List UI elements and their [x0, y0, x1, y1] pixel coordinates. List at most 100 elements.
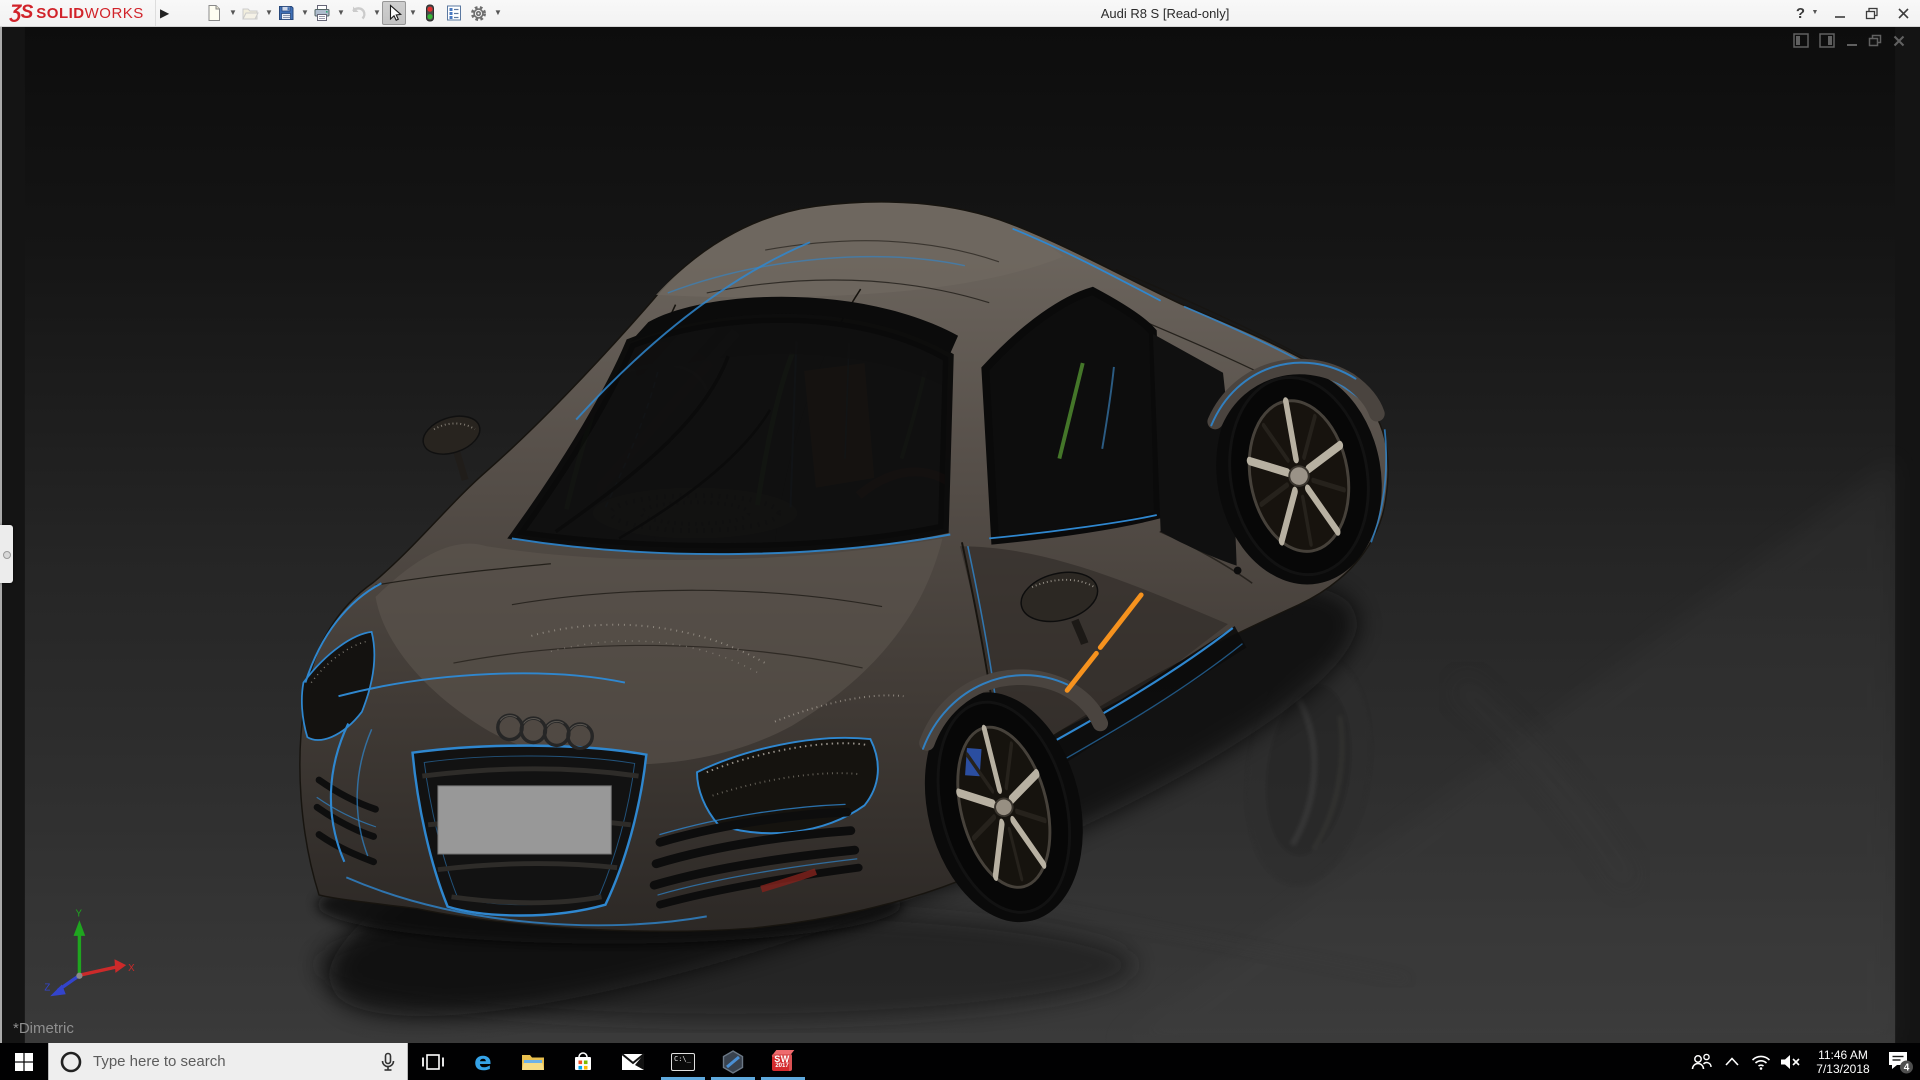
task-view-icon: [422, 1052, 444, 1072]
solidworks-logo-bold: SOLID: [36, 5, 84, 22]
help-button[interactable]: ? ▼: [1796, 5, 1820, 22]
taskbar-store-button[interactable]: [558, 1043, 608, 1080]
new-dropdown-arrow[interactable]: ▼: [228, 8, 238, 18]
triad-y-label: Y: [76, 908, 83, 919]
select-cursor-icon: [385, 4, 403, 22]
taskbar-composer-button[interactable]: [708, 1043, 758, 1080]
rebuild-button[interactable]: [418, 1, 442, 25]
triad-z-label: Z: [44, 982, 50, 993]
restore-icon[interactable]: [1865, 7, 1879, 20]
clock-date: 7/13/2018: [1816, 1062, 1869, 1076]
open-button[interactable]: [238, 1, 262, 25]
options-gear-icon: [469, 4, 488, 23]
people-icon: [1690, 1053, 1712, 1071]
clock-time: 11:46 AM: [1818, 1048, 1868, 1062]
save-floppy-icon: [277, 4, 295, 22]
save-button[interactable]: [274, 1, 298, 25]
taskbar-command-prompt-button[interactable]: C:\_: [658, 1043, 708, 1080]
door-handle: [1234, 567, 1242, 575]
taskbar-mail-button[interactable]: [608, 1043, 658, 1080]
network-button[interactable]: [1746, 1043, 1776, 1080]
document-window-controls: [1793, 33, 1906, 49]
select-button[interactable]: [382, 1, 406, 25]
undo-button[interactable]: [346, 1, 370, 25]
select-dropdown-arrow[interactable]: ▼: [408, 8, 418, 18]
flyout-arrow-icon[interactable]: ▶: [160, 4, 174, 22]
action-center-button[interactable]: 4: [1880, 1043, 1920, 1080]
titlebar-controls: ? ▼: [1796, 0, 1910, 26]
notification-badge: 4: [1904, 1062, 1910, 1073]
volume-muted-icon: [1780, 1054, 1802, 1070]
save-dropdown-arrow[interactable]: ▼: [300, 8, 310, 18]
graphics-area[interactable]: Y X Z *Dimetric: [0, 27, 1920, 1043]
print-dropdown-arrow[interactable]: ▼: [336, 8, 346, 18]
new-document-icon: [205, 4, 223, 22]
minimize-icon[interactable]: [1834, 7, 1847, 20]
open-dropdown-arrow[interactable]: ▼: [264, 8, 274, 18]
command-prompt-text: C:\_: [674, 1055, 691, 1063]
taskbar-file-explorer-button[interactable]: [508, 1043, 558, 1080]
desktop: { "titlebar": { "logo": { "mark": "ƷS", …: [0, 0, 1920, 1080]
composer-hexagon-icon: [720, 1049, 746, 1075]
doc-close-icon[interactable]: [1892, 34, 1906, 48]
panel-tab-handle-icon: [3, 551, 11, 559]
windows-taskbar: Type here to search e: [0, 1043, 1920, 1080]
print-button[interactable]: [310, 1, 334, 25]
start-button[interactable]: [0, 1043, 48, 1080]
feature-pane-icon[interactable]: [1819, 33, 1836, 49]
new-document-button[interactable]: [202, 1, 226, 25]
taskbar-spacer: [808, 1043, 1684, 1080]
solidworks-logo: ƷS SOLID WORKS: [10, 2, 144, 24]
cortana-icon: [59, 1050, 83, 1074]
print-icon: [313, 4, 331, 22]
rebuild-traffic-light-icon: [421, 4, 439, 22]
titlebar: ƷS SOLID WORKS ▶ ▼ ▼: [0, 0, 1920, 27]
windows-logo-icon: [14, 1052, 34, 1072]
file-properties-button[interactable]: [442, 1, 466, 25]
file-properties-icon: [445, 4, 463, 22]
taskbar-edge-button[interactable]: e: [458, 1043, 508, 1080]
solidworks-logo-light: WORKS: [85, 5, 144, 22]
sw-year: 2017: [772, 1063, 792, 1069]
taskbar-solidworks-button[interactable]: SW 2017: [758, 1043, 808, 1080]
command-prompt-icon: C:\_: [671, 1053, 695, 1071]
people-button[interactable]: [1684, 1043, 1718, 1080]
collapsed-feature-panel-tab[interactable]: [0, 525, 13, 583]
wifi-icon: [1751, 1054, 1771, 1070]
solidworks-2017-icon: SW 2017: [771, 1050, 795, 1074]
doc-restore-icon[interactable]: [1868, 34, 1883, 48]
edge-icon: e: [474, 1049, 492, 1075]
front-grille[interactable]: [413, 746, 647, 916]
tray-overflow-button[interactable]: [1718, 1043, 1746, 1080]
model-scene[interactable]: Y X Z: [0, 27, 1920, 1043]
license-plate: [438, 786, 611, 854]
action-center-icon: 4: [1886, 1049, 1914, 1075]
open-folder-icon: [241, 4, 259, 22]
window-controls: [1834, 7, 1910, 20]
help-label: ?: [1796, 5, 1805, 22]
undo-icon: [349, 4, 367, 22]
view-orientation-label: *Dimetric: [13, 1020, 74, 1037]
chevron-up-icon: [1725, 1057, 1739, 1066]
help-dropdown-arrow[interactable]: ▼: [1810, 8, 1820, 18]
display-pane-icon[interactable]: [1793, 33, 1810, 49]
taskbar-clock[interactable]: 11:46 AM 7/13/2018: [1806, 1043, 1880, 1080]
doc-minimize-icon[interactable]: [1845, 34, 1859, 48]
window-title: Audi R8 S [Read-only]: [1101, 6, 1230, 21]
search-placeholder: Type here to search: [93, 1053, 369, 1070]
store-icon: [572, 1051, 594, 1073]
undo-dropdown-arrow[interactable]: ▼: [372, 8, 382, 18]
solidworks-logo-mark: ƷS: [10, 2, 32, 24]
taskbar-search-box[interactable]: Type here to search: [48, 1043, 408, 1080]
titlebar-separator: [155, 0, 156, 26]
close-icon[interactable]: [1897, 7, 1910, 20]
triad-x-label: X: [128, 963, 135, 974]
quick-access-toolbar: ▼ ▼ ▼: [202, 1, 503, 25]
volume-button[interactable]: [1776, 1043, 1806, 1080]
task-view-button[interactable]: [408, 1043, 458, 1080]
microphone-icon[interactable]: [379, 1052, 397, 1072]
options-dropdown-arrow[interactable]: ▼: [493, 8, 503, 18]
options-button[interactable]: [466, 1, 491, 25]
file-explorer-icon: [521, 1052, 545, 1072]
mail-icon: [621, 1053, 645, 1071]
